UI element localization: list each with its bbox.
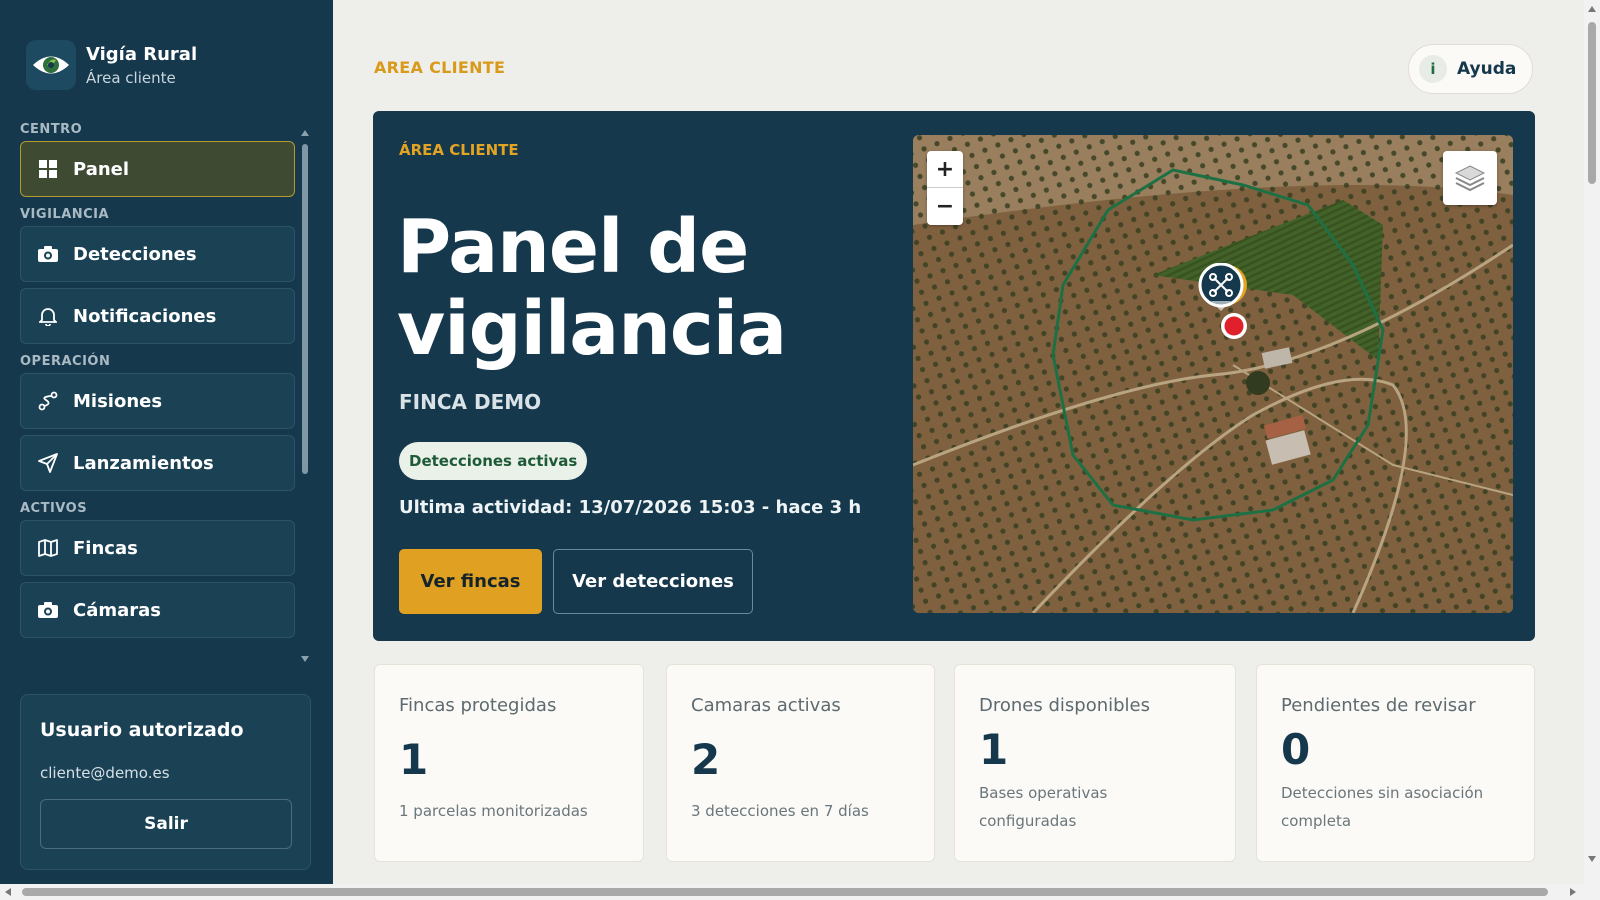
stat-value: 1 bbox=[979, 725, 1009, 774]
page-vertical-scrollbar[interactable] bbox=[1584, 0, 1600, 884]
layers-icon bbox=[1454, 165, 1486, 192]
sidebar-item-panel[interactable]: Panel bbox=[20, 141, 295, 197]
brand-title: Vigía Rural bbox=[86, 43, 198, 65]
sidebar-item-misiones[interactable]: Misiones bbox=[20, 373, 295, 429]
stat-card-drones: Drones disponibles 1 Bases operativas co… bbox=[954, 664, 1236, 862]
bell-icon bbox=[37, 305, 59, 327]
sidebar-item-label: Misiones bbox=[73, 390, 163, 412]
user-email: cliente@demo.es bbox=[40, 764, 170, 782]
stat-label: Pendientes de revisar bbox=[1281, 695, 1476, 716]
sidebar-item-detecciones[interactable]: Detecciones bbox=[20, 226, 295, 282]
info-icon: i bbox=[1419, 55, 1447, 83]
help-button[interactable]: i Ayuda bbox=[1408, 44, 1533, 94]
status-badge: Detecciones activas bbox=[399, 442, 588, 480]
eye-logo-icon bbox=[26, 40, 76, 90]
scroll-up-arrow-icon[interactable] bbox=[301, 130, 309, 136]
hero-eyebrow: ÁREA CLIENTE bbox=[399, 141, 519, 159]
sidebar-nav: CENTRO Panel VIGILANCIA Detecciones Noti… bbox=[20, 118, 295, 666]
sidebar-item-label: Cámaras bbox=[73, 599, 161, 621]
stat-value: 2 bbox=[691, 735, 721, 784]
scroll-up-arrow-icon[interactable] bbox=[1588, 6, 1596, 12]
nav-section-centro: CENTRO bbox=[20, 122, 83, 137]
logout-button[interactable]: Salir bbox=[40, 799, 292, 849]
map-zoom-control: + − bbox=[927, 151, 963, 225]
sidebar-item-label: Panel bbox=[73, 158, 130, 180]
stat-note: 1 parcelas monitorizadas bbox=[399, 802, 588, 820]
sidebar-item-label: Notificaciones bbox=[73, 305, 217, 327]
sidebar-scrollbar-thumb[interactable] bbox=[302, 144, 308, 474]
scroll-down-arrow-icon[interactable] bbox=[1588, 856, 1596, 862]
hero-panel: ÁREA CLIENTE Panel de vigilancia FINCA D… bbox=[373, 111, 1535, 641]
view-detections-button[interactable]: Ver detecciones bbox=[553, 549, 753, 614]
stat-label: Drones disponibles bbox=[979, 695, 1150, 716]
help-label: Ayuda bbox=[1457, 59, 1517, 79]
sidebar-item-label: Fincas bbox=[73, 537, 138, 559]
sidebar-item-camaras[interactable]: Cámaras bbox=[20, 582, 295, 638]
stat-note: Bases operativas configuradas bbox=[979, 784, 1108, 830]
sidebar-item-notificaciones[interactable]: Notificaciones bbox=[20, 288, 295, 344]
nav-section-vigilancia: VIGILANCIA bbox=[20, 207, 110, 222]
view-farms-button[interactable]: Ver fincas bbox=[399, 549, 542, 614]
stat-value: 0 bbox=[1281, 725, 1311, 774]
stat-note: Detecciones sin asociación completa bbox=[1281, 784, 1484, 830]
stat-card-pendientes: Pendientes de revisar 0 Detecciones sin … bbox=[1256, 664, 1535, 862]
aerial-map-image bbox=[913, 135, 1513, 613]
nav-section-operacion: OPERACIÓN bbox=[20, 354, 111, 369]
brand[interactable]: Vigía Rural Área cliente bbox=[26, 40, 197, 90]
camera-icon bbox=[37, 243, 59, 265]
farm-map[interactable]: + − bbox=[913, 135, 1513, 613]
sidebar-item-label: Lanzamientos bbox=[73, 452, 214, 474]
scroll-down-arrow-icon[interactable] bbox=[301, 656, 309, 662]
camera-icon bbox=[37, 599, 59, 621]
last-activity: Ultima actividad: 13/07/2026 15:03 - hac… bbox=[399, 497, 862, 518]
sidebar: Vigía Rural Área cliente CENTRO Panel VI… bbox=[0, 0, 333, 884]
sidebar-item-fincas[interactable]: Fincas bbox=[20, 520, 295, 576]
route-icon bbox=[37, 390, 59, 412]
page-title: Panel de vigilancia bbox=[397, 204, 787, 372]
page-eyebrow: AREA CLIENTE bbox=[374, 58, 506, 77]
sidebar-scrollbar[interactable] bbox=[301, 130, 309, 662]
layers-button[interactable] bbox=[1443, 151, 1497, 205]
scroll-left-arrow-icon[interactable] bbox=[5, 888, 11, 896]
sidebar-item-label: Detecciones bbox=[73, 243, 197, 265]
farm-name: FINCA DEMO bbox=[399, 390, 542, 414]
page-horizontal-scrollbar[interactable] bbox=[0, 884, 1600, 900]
zoom-in-button[interactable]: + bbox=[927, 151, 963, 188]
grid-icon bbox=[37, 158, 59, 180]
drone-icon bbox=[1198, 262, 1247, 311]
sidebar-item-lanzamientos[interactable]: Lanzamientos bbox=[20, 435, 295, 491]
scroll-right-arrow-icon[interactable] bbox=[1570, 888, 1576, 896]
map-icon bbox=[37, 537, 59, 559]
zoom-out-button[interactable]: − bbox=[927, 188, 963, 225]
stat-value: 1 bbox=[399, 735, 429, 784]
vertical-scrollbar-thumb[interactable] bbox=[1588, 22, 1596, 184]
stat-label: Camaras activas bbox=[691, 695, 841, 716]
brand-subtitle: Área cliente bbox=[86, 68, 176, 87]
user-title: Usuario autorizado bbox=[40, 719, 244, 741]
alert-marker[interactable] bbox=[1219, 311, 1249, 345]
stat-card-fincas: Fincas protegidas 1 1 parcelas monitoriz… bbox=[374, 664, 644, 862]
send-icon bbox=[37, 452, 59, 474]
user-card: Usuario autorizado cliente@demo.es Salir bbox=[20, 694, 311, 870]
stat-card-camaras: Camaras activas 2 3 detecciones en 7 día… bbox=[666, 664, 935, 862]
stat-note: 3 detecciones en 7 días bbox=[691, 802, 869, 820]
nav-section-activos: ACTIVOS bbox=[20, 501, 88, 516]
stat-label: Fincas protegidas bbox=[399, 695, 557, 716]
horizontal-scrollbar-thumb[interactable] bbox=[22, 888, 1548, 896]
alert-marker-icon bbox=[1221, 313, 1247, 339]
